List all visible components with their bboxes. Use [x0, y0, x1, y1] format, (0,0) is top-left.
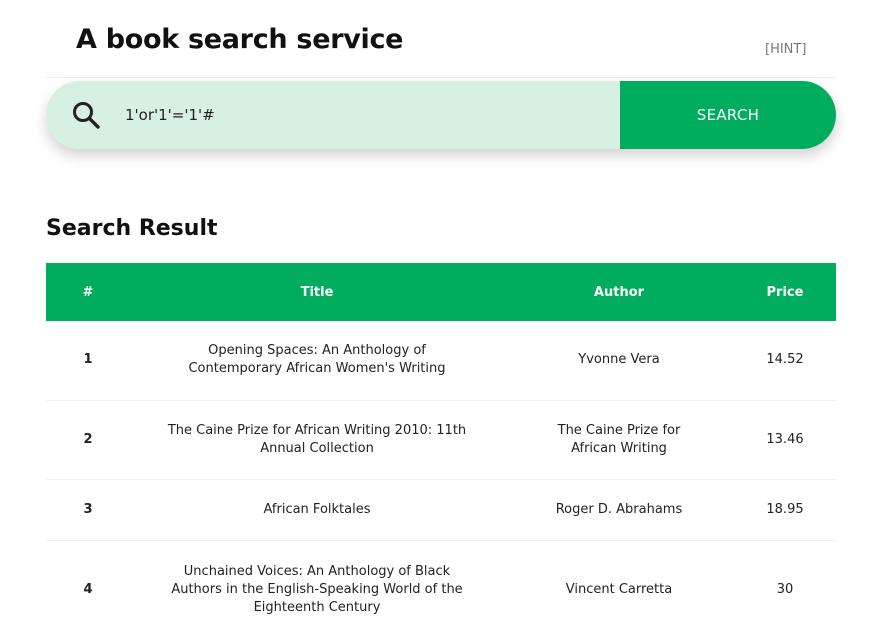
cell-number: 1 [46, 321, 130, 401]
search-icon[interactable] [71, 100, 101, 130]
column-header-price: Price [766, 284, 804, 300]
book-author: Roger D. Abrahams [555, 501, 683, 517]
cell-author: Yvonne Vera [504, 321, 734, 401]
table-row: 3 African Folktales Roger D. Abrahams 18… [46, 479, 836, 541]
book-author: Yvonne Vera [578, 352, 660, 368]
search-input[interactable] [125, 106, 585, 124]
header-divider [46, 77, 836, 78]
table-row: 1 Opening Spaces: An Anthology of Contem… [46, 321, 836, 401]
cell-title: The Caine Prize for African Writing 2010… [130, 400, 504, 480]
book-author: Vincent Carretta [565, 582, 673, 597]
cell-author: The Caine Prize for African Writing [504, 400, 734, 480]
cell-price: 14.52 [734, 321, 836, 401]
book-title: The Caine Prize for African Writing 2010… [167, 422, 467, 456]
page-title: A book search service [76, 24, 404, 55]
cell-price: 30 [734, 540, 836, 627]
section-title: Search Result [46, 216, 218, 241]
book-title: African Folktales [263, 501, 371, 517]
cell-title: Opening Spaces: An Anthology of Contempo… [130, 321, 504, 401]
cell-author: Roger D. Abrahams [504, 479, 734, 541]
book-title: Opening Spaces: An Anthology of Contempo… [188, 343, 446, 377]
column-header-number: # [82, 284, 94, 300]
column-header-title: Title [300, 284, 334, 300]
table-row: 2 The Caine Prize for African Writing 20… [46, 400, 836, 480]
cell-title: Unchained Voices: An Anthology of Black … [130, 540, 504, 627]
search-button[interactable]: SEARCH [620, 81, 836, 149]
cell-number: 3 [46, 479, 130, 541]
table-row: 4 Unchained Voices: An Anthology of Blac… [46, 540, 836, 627]
table-header-row: # Title Author Price [46, 263, 836, 321]
book-author: The Caine Prize for African Writing [557, 422, 681, 456]
search-field [46, 81, 620, 149]
cell-title: African Folktales [130, 479, 504, 541]
cell-price: 13.46 [734, 400, 836, 480]
book-title: Unchained Voices: An Anthology of Black … [171, 564, 463, 615]
results-table: # Title Author Price 1 Opening Spaces: A… [46, 263, 836, 627]
cell-number: 2 [46, 400, 130, 480]
column-header-author: Author [593, 284, 645, 300]
search-bar: SEARCH [46, 81, 836, 149]
cell-number: 4 [46, 540, 130, 627]
cell-author: Vincent Carretta [504, 540, 734, 627]
hint-link[interactable]: [HINT] [765, 42, 806, 57]
cell-price: 18.95 [734, 479, 836, 541]
